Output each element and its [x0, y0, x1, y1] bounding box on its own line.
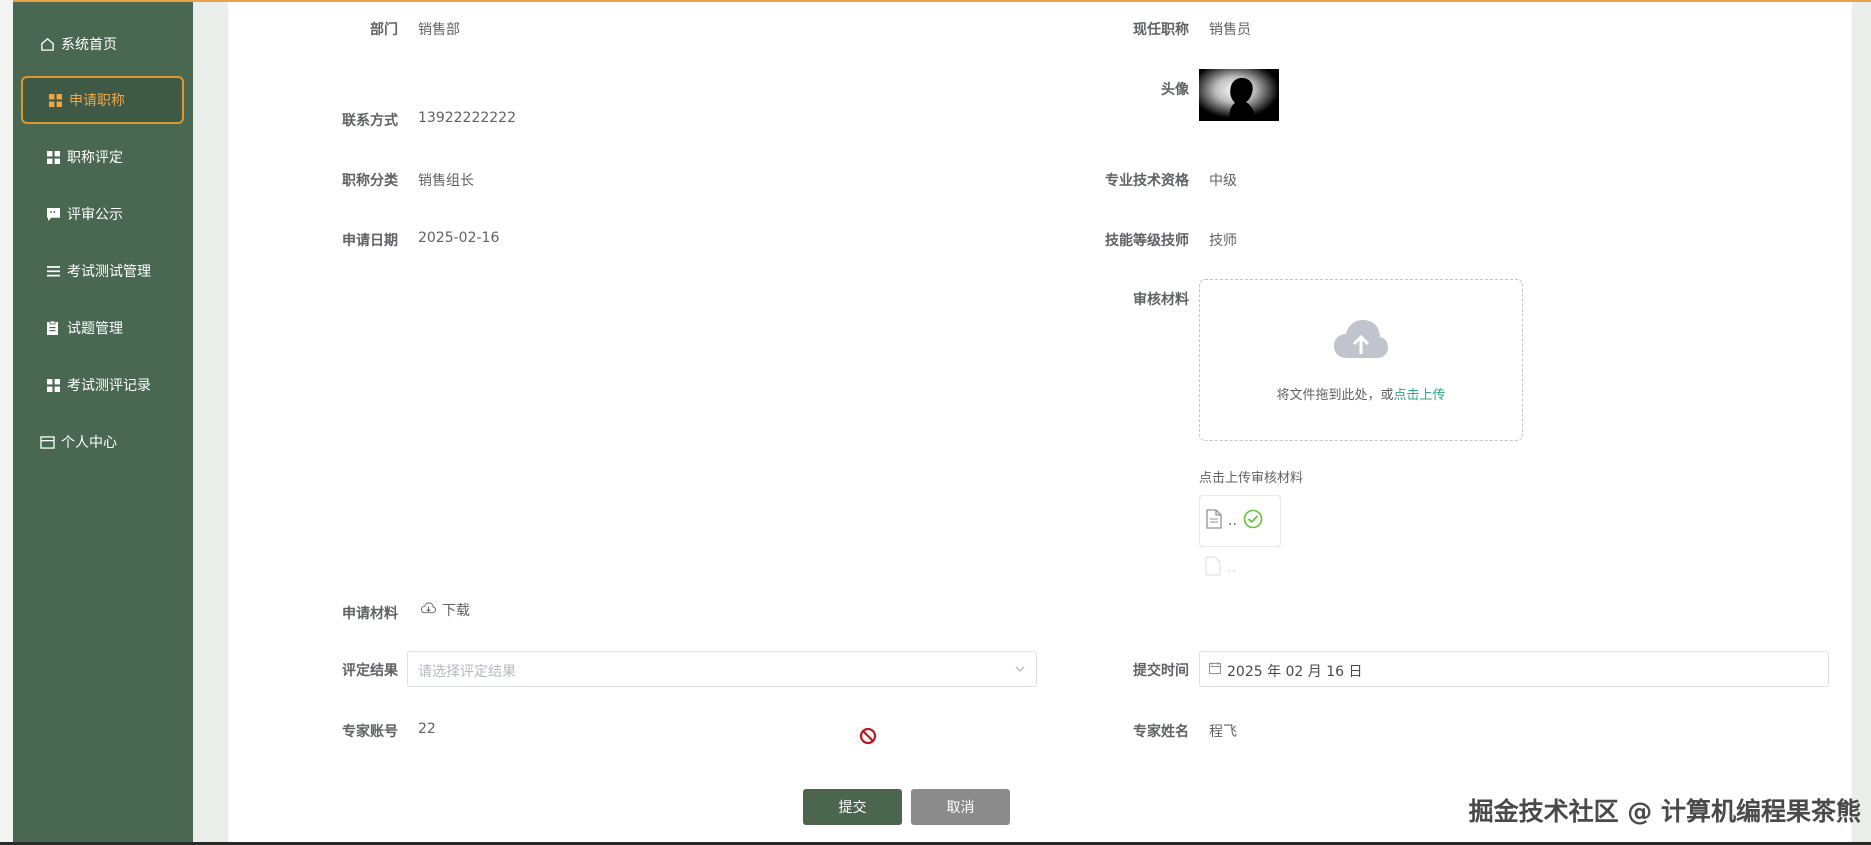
sidebar-item-apply-title[interactable]: 申请职称 [21, 76, 184, 124]
sidebar-item-label: 试题管理 [67, 321, 123, 337]
upload-dropzone[interactable]: 将文件拖到此处，或点击上传 [1199, 279, 1523, 441]
grid-icon [45, 149, 61, 165]
apply-material-label: 申请材料 [342, 606, 398, 622]
department-value: 销售部 [418, 22, 460, 38]
grid-icon [45, 377, 61, 393]
comment-icon [45, 206, 61, 222]
left-edge [0, 0, 13, 845]
current-title-label: 现任职称 [1133, 22, 1189, 38]
submit-time-value: 2025 年 02 月 16 日 [1227, 664, 1363, 680]
watermark: 掘金技术社区 @ 计算机编程果茶熊 [1468, 797, 1861, 826]
contact-label: 联系方式 [342, 113, 398, 129]
calendar-icon [1209, 662, 1221, 678]
clipboard-icon [45, 320, 61, 336]
file-name: .. [1228, 513, 1237, 529]
submit-time-label: 提交时间 [1133, 663, 1189, 679]
click-upload-link[interactable]: 点击上传 [1394, 388, 1446, 403]
contact-value: 13922222222 [418, 110, 516, 126]
title-category-label: 职称分类 [342, 173, 398, 189]
uploaded-file-card-ghost: .. [1199, 542, 1281, 594]
list-icon [45, 263, 61, 279]
sidebar-item-label: 系统首页 [61, 37, 117, 53]
home-icon [39, 36, 55, 52]
document-icon [1205, 556, 1221, 580]
avatar-label: 头像 [1161, 82, 1189, 98]
expert-account-value: 22 [418, 721, 436, 737]
sidebar-item-question-management[interactable]: 试题管理 [13, 304, 193, 352]
apply-date-value: 2025-02-16 [418, 230, 500, 246]
upload-tip: 点击上传审核材料 [1199, 471, 1304, 486]
card-icon [39, 434, 55, 450]
sidebar-item-label: 评审公示 [67, 207, 123, 223]
qualification-label: 专业技术资格 [1105, 173, 1189, 189]
department-label: 部门 [370, 22, 398, 38]
result-label: 评定结果 [342, 663, 398, 679]
sidebar-item-exam-management[interactable]: 考试测试管理 [13, 247, 193, 295]
download-label: 下载 [442, 603, 470, 619]
submit-button[interactable]: 提交 [803, 789, 902, 825]
skill-level-value: 技师 [1209, 233, 1237, 249]
download-button[interactable]: 下载 [420, 600, 470, 620]
expert-name-value: 程飞 [1209, 724, 1237, 740]
file-name: .. [1227, 560, 1236, 576]
cloud-download-icon [420, 602, 437, 618]
sidebar-item-exam-records[interactable]: 考试测评记录 [13, 361, 193, 409]
sidebar: 系统首页 申请职称 职称评定 评审公示 考试测试管理 试题管理 考试测评记录 个… [13, 2, 193, 842]
sidebar-item-label: 考试测评记录 [67, 378, 151, 394]
submit-time-picker[interactable]: 2025 年 02 月 16 日 [1199, 651, 1829, 687]
qualification-value: 中级 [1209, 173, 1237, 189]
review-material-label: 审核材料 [1133, 292, 1189, 308]
uploaded-file-card[interactable]: .. [1199, 495, 1281, 547]
document-icon [1206, 509, 1222, 533]
chevron-down-icon [1014, 663, 1026, 679]
skill-level-label: 技能等级技师 [1105, 233, 1189, 249]
title-category-value: 销售组长 [418, 173, 474, 189]
current-title-value: 销售员 [1209, 22, 1251, 38]
avatar[interactable] [1199, 69, 1279, 121]
check-circle-icon [1243, 509, 1263, 533]
sidebar-item-review-public[interactable]: 评审公示 [13, 190, 193, 238]
expert-account-label: 专家账号 [342, 724, 398, 740]
sidebar-item-label: 考试测试管理 [67, 264, 151, 280]
sidebar-item-title-evaluation[interactable]: 职称评定 [13, 133, 193, 181]
grid-icon [47, 92, 63, 108]
sidebar-item-label: 职称评定 [67, 150, 123, 166]
main-form-panel [228, 2, 1852, 842]
not-allowed-cursor-icon [859, 727, 877, 749]
cloud-upload-icon [1333, 318, 1389, 366]
upload-hint: 将文件拖到此处，或点击上传 [1276, 388, 1446, 403]
expert-name-label: 专家姓名 [1133, 724, 1189, 740]
result-placeholder: 请选择评定结果 [418, 664, 516, 680]
sidebar-item-label: 申请职称 [69, 93, 125, 109]
sidebar-item-personal-center[interactable]: 个人中心 [13, 418, 193, 466]
sidebar-item-label: 个人中心 [61, 435, 117, 451]
sidebar-item-home[interactable]: 系统首页 [13, 20, 193, 68]
cancel-button[interactable]: 取消 [911, 789, 1010, 825]
result-select[interactable]: 请选择评定结果 [407, 651, 1037, 687]
apply-date-label: 申请日期 [342, 233, 398, 249]
